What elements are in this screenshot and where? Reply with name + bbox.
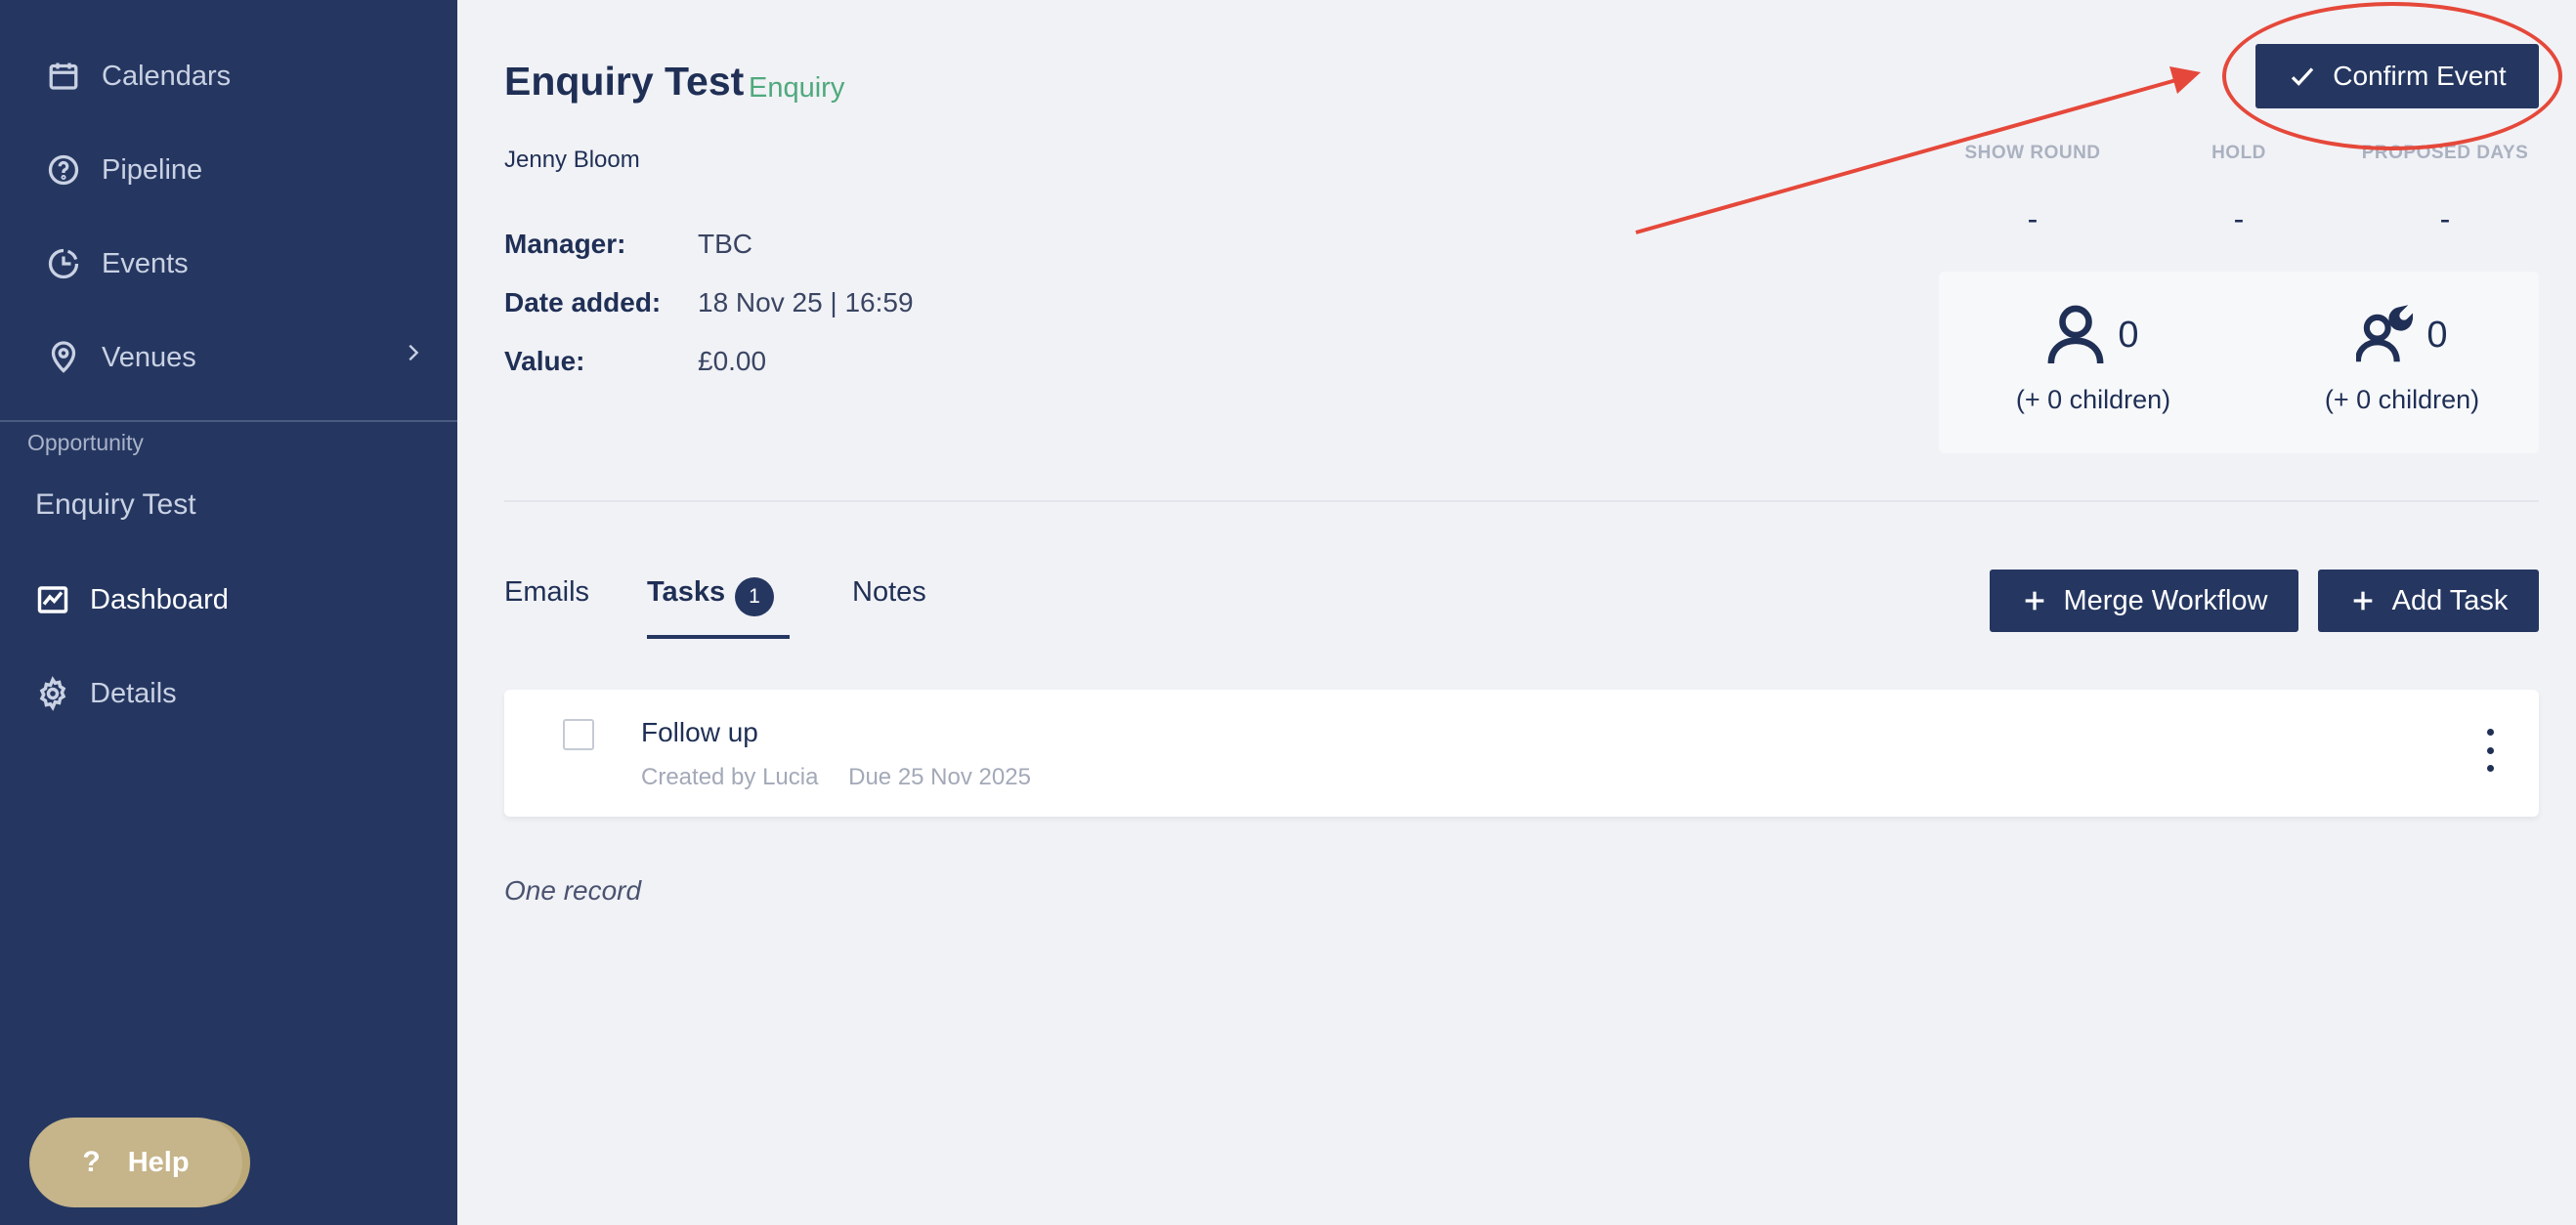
active-tab-indicator	[647, 635, 790, 639]
sidebar-item-label: Events	[102, 247, 189, 279]
plus-icon	[2025, 591, 2043, 611]
task-meta: Created by Lucia Due 25 Nov 2025	[641, 764, 1054, 791]
record-count: One record	[504, 875, 642, 906]
gear-icon	[33, 674, 72, 713]
date-added-label: Date added:	[504, 287, 662, 317]
sidebar-item-label: Calendars	[102, 60, 232, 92]
guest-count: 0	[2118, 314, 2139, 356]
task-created-by: Created by Lucia	[641, 764, 819, 790]
sidebar-item-dashboard[interactable]: Dashboard	[33, 570, 229, 629]
person-icon	[2048, 305, 2104, 364]
manager-value: TBC	[698, 229, 752, 259]
task-row[interactable]: Follow up Created by Lucia Due 25 Nov 20…	[504, 690, 2539, 817]
tab-tasks[interactable]: Tasks	[647, 576, 725, 609]
sidebar-item-calendars[interactable]: Calendars	[45, 47, 231, 106]
guest-children: (+ 0 children)	[2015, 385, 2171, 414]
merge-workflow-label: Merge Workflow	[2063, 584, 2268, 616]
chart-line-icon	[33, 580, 72, 619]
guest-day: 0 (+ 0 children)	[1966, 301, 2220, 415]
contact-name[interactable]: Jenny Bloom	[504, 147, 640, 174]
plus-icon	[2353, 591, 2372, 611]
sidebar-item-events[interactable]: Events	[45, 234, 189, 293]
calendar-icon	[45, 58, 82, 95]
guest-night: 0 (+ 0 children)	[2275, 301, 2529, 415]
annotation-arrow	[1635, 66, 2201, 234]
sidebar-item-label: Dashboard	[90, 583, 229, 615]
merge-workflow-button[interactable]: Merge Workflow	[1990, 570, 2298, 632]
guest-children: (+ 0 children)	[2324, 385, 2480, 414]
value-label: Value:	[504, 346, 585, 376]
guest-summary-card: 0 (+ 0 children) 0 (+ 0 children)	[1939, 272, 2539, 453]
annotation-ellipse	[2222, 2, 2562, 150]
sidebar-item-label: Details	[90, 677, 177, 709]
help-icon: ?	[82, 1146, 101, 1178]
tab-notes[interactable]: Notes	[852, 576, 926, 609]
page-title: Enquiry Test	[504, 59, 745, 104]
opportunity-name[interactable]: Enquiry Test	[35, 488, 196, 522]
person-night-icon	[2356, 305, 2414, 362]
clock-pie-icon	[45, 245, 82, 282]
section-divider	[504, 500, 2539, 502]
sidebar-divider	[0, 420, 457, 422]
sidebar-item-label: Venues	[102, 341, 196, 373]
sidebar-item-details[interactable]: Details	[33, 664, 177, 723]
task-title[interactable]: Follow up	[641, 717, 758, 748]
value-amount: £0.00	[698, 346, 767, 376]
manager-label: Manager:	[504, 229, 626, 259]
date-added-value: 18 Nov 25 | 16:59	[698, 287, 914, 317]
task-due-date: Due 25 Nov 2025	[848, 764, 1031, 790]
sidebar-item-venues[interactable]: Venues	[45, 328, 196, 387]
tab-emails[interactable]: Emails	[504, 576, 589, 609]
add-task-label: Add Task	[2391, 584, 2509, 616]
chevron-right-icon[interactable]	[403, 342, 424, 368]
sidebar-item-label: Pipeline	[102, 153, 203, 186]
stat-value-proposed-days: -	[2439, 201, 2451, 236]
help-button[interactable]: ? Help	[29, 1118, 242, 1207]
sidebar: Calendars Pipeline Events Venues Opportu…	[0, 0, 457, 1225]
add-task-button[interactable]: Add Task	[2318, 570, 2539, 632]
location-pin-icon	[45, 339, 82, 376]
sidebar-item-pipeline[interactable]: Pipeline	[45, 141, 202, 199]
more-options-icon[interactable]	[2484, 729, 2496, 772]
status-badge: Enquiry	[749, 72, 845, 104]
section-label: Opportunity	[27, 430, 144, 455]
help-label: Help	[127, 1146, 190, 1178]
question-circle-icon	[45, 151, 82, 189]
task-checkbox[interactable]	[563, 719, 594, 750]
tasks-count-badge: 1	[735, 577, 774, 616]
guest-count: 0	[2426, 314, 2448, 356]
